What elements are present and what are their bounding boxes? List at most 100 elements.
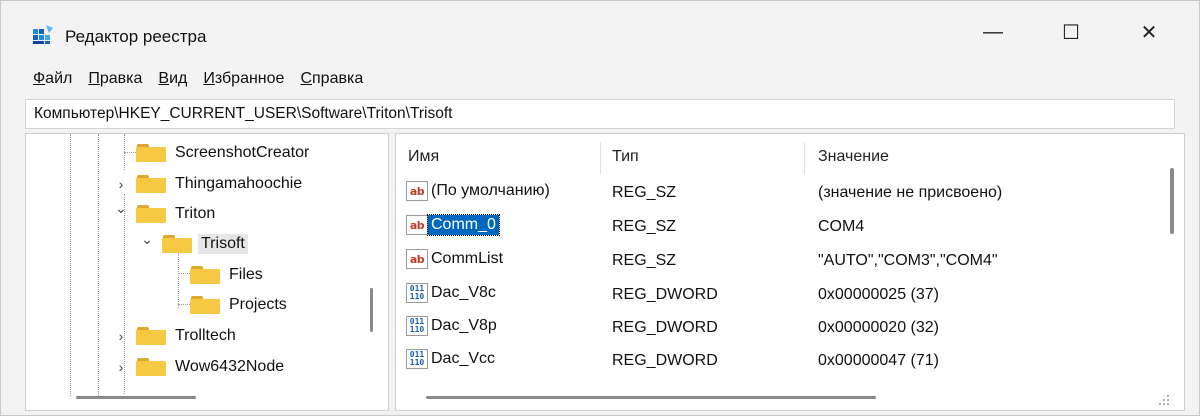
value-type: REG_SZ xyxy=(612,252,677,269)
tree-item-trolltech[interactable]: Trolltech xyxy=(136,322,239,350)
minimize-button[interactable]: — xyxy=(967,9,1019,55)
value-row-dac-v8p[interactable]: 011 110 Dac_V8p REG_DWORD 0x00000020 (32) xyxy=(396,314,1156,342)
tree-horizontal-scrollbar[interactable] xyxy=(76,396,196,399)
resize-grip-icon[interactable] xyxy=(1156,392,1170,406)
tree-item-thingamahoochie[interactable]: Thingamahoochie xyxy=(136,170,305,198)
menu-help-label: правка xyxy=(312,70,364,87)
menu-help-accel: С xyxy=(300,70,312,87)
menu-file-label: айл xyxy=(45,70,73,87)
expand-chevron-icon[interactable]: › xyxy=(114,176,128,192)
menu-edit-accel: П xyxy=(88,70,100,87)
value-name-cell: ab Comm_0 xyxy=(406,214,500,236)
value-row-default[interactable]: ab (По умолчанию) REG_SZ (значение не пр… xyxy=(396,179,1156,207)
value-row-dac-v8c[interactable]: 011 110 Dac_V8c REG_DWORD 0x00000025 (37) xyxy=(396,281,1156,309)
string-value-icon: ab xyxy=(406,249,428,269)
folder-icon xyxy=(136,327,166,345)
column-header-type[interactable]: Тип xyxy=(612,148,639,166)
value-list-pane[interactable]: Имя Тип Значение ab (По умолчанию) REG_S… xyxy=(395,133,1185,411)
menu-bar: Файл Правка Вид Избранное Справка xyxy=(1,63,1199,95)
tree-item-files[interactable]: Files xyxy=(190,261,266,289)
folder-icon xyxy=(136,205,166,223)
menu-help[interactable]: Справка xyxy=(300,70,363,88)
dword-icon-bits-bottom: 110 xyxy=(409,325,425,334)
dword-value-icon: 011 110 xyxy=(406,316,428,336)
tree-item-label: Trisoft xyxy=(198,234,248,254)
registry-editor-window: Редактор реестра — ☐ ✕ Файл Правка Вид И… xyxy=(0,0,1200,416)
tree-item-trisoft[interactable]: Trisoft xyxy=(162,230,248,258)
dword-icon-bits-bottom: 110 xyxy=(409,292,425,301)
tree-item-projects[interactable]: Projects xyxy=(190,291,290,319)
value-data: (значение не присвоено) xyxy=(818,184,1003,201)
menu-file[interactable]: Файл xyxy=(33,70,72,88)
value-name-cell: ab CommList xyxy=(406,249,506,269)
string-value-icon: ab xyxy=(406,181,428,201)
value-name-cell: 011 110 Dac_V8p xyxy=(406,316,500,336)
menu-favorites[interactable]: Избранное xyxy=(203,70,284,88)
value-name-cell: 011 110 Dac_V8c xyxy=(406,283,499,303)
tree-guide-line xyxy=(98,134,99,396)
value-data: COM4 xyxy=(818,218,865,235)
menu-favorites-accel: И xyxy=(203,70,215,87)
tree-item-label: ScreenshotCreator xyxy=(175,144,310,161)
value-name-cell: ab (По умолчанию) xyxy=(406,181,553,201)
menu-view-accel: В xyxy=(158,70,170,87)
value-type: REG_DWORD xyxy=(612,319,718,336)
window-title: Редактор реестра xyxy=(65,27,207,46)
value-name-cell: 011 110 Dac_Vcc xyxy=(406,349,498,369)
folder-icon xyxy=(136,144,166,162)
tree-guide-line xyxy=(70,134,71,396)
column-divider[interactable] xyxy=(600,142,601,174)
string-value-icon: ab xyxy=(406,215,428,235)
value-row-dac-vcc[interactable]: 011 110 Dac_Vcc REG_DWORD 0x00000047 (71) xyxy=(396,347,1156,375)
value-type: REG_SZ xyxy=(612,184,677,201)
folder-open-icon xyxy=(162,235,192,253)
value-type: REG_DWORD xyxy=(612,352,718,369)
list-vertical-scrollbar[interactable] xyxy=(1170,168,1174,234)
tree-item-label: Files xyxy=(229,266,263,283)
address-bar[interactable]: Компьютер\HKEY_CURRENT_USER\Software\Tri… xyxy=(25,99,1175,129)
folder-icon xyxy=(190,266,220,284)
dword-value-icon: 011 110 xyxy=(406,349,428,369)
tree-guide-line xyxy=(178,273,190,274)
title-bar[interactable]: Редактор реестра — ☐ ✕ xyxy=(1,1,1199,63)
close-button[interactable]: ✕ xyxy=(1123,9,1175,55)
column-divider[interactable] xyxy=(804,142,805,174)
tree-item-triton[interactable]: Triton xyxy=(136,200,218,228)
expand-chevron-icon[interactable]: › xyxy=(114,359,128,375)
menu-edit-label: равка xyxy=(99,70,143,87)
value-name: Comm_0 xyxy=(427,214,500,236)
value-type: REG_SZ xyxy=(612,218,677,235)
registry-editor-app-icon xyxy=(33,25,53,44)
dword-icon-bits-bottom: 110 xyxy=(409,358,425,367)
tree-item-wow6432node[interactable]: Wow6432Node xyxy=(136,353,287,381)
tree-item-label: Projects xyxy=(229,296,287,313)
tree-item-screenshotcreator[interactable]: ScreenshotCreator xyxy=(136,139,312,167)
value-data: 0x00000025 (37) xyxy=(818,286,939,303)
address-path: Компьютер\HKEY_CURRENT_USER\Software\Tri… xyxy=(34,105,453,122)
value-data: "AUTO","COM3","COM4" xyxy=(818,252,998,269)
tree-item-label: Triton xyxy=(175,205,216,222)
folder-icon xyxy=(190,296,220,314)
list-horizontal-scrollbar[interactable] xyxy=(426,396,876,399)
value-name: CommList xyxy=(431,250,504,267)
tree-guide-line xyxy=(124,152,136,153)
collapse-chevron-icon[interactable]: ⌄ xyxy=(140,231,154,248)
tree-vertical-scrollbar[interactable] xyxy=(370,288,373,332)
column-header-name[interactable]: Имя xyxy=(408,148,439,166)
value-type: REG_DWORD xyxy=(612,286,718,303)
folder-icon xyxy=(136,358,166,376)
menu-favorites-label: збранное xyxy=(214,70,285,87)
menu-edit[interactable]: Правка xyxy=(88,70,142,88)
maximize-button[interactable]: ☐ xyxy=(1045,9,1097,55)
value-name: (По умолчанию) xyxy=(431,182,550,199)
key-tree-pane[interactable]: ScreenshotCreator › Thingamahoochie ⌄ Tr… xyxy=(25,133,389,411)
column-header-value[interactable]: Значение xyxy=(818,148,889,166)
expand-chevron-icon[interactable]: › xyxy=(114,328,128,344)
value-row-commlist[interactable]: ab CommList REG_SZ "AUTO","COM3","COM4" xyxy=(396,247,1156,275)
menu-view[interactable]: Вид xyxy=(158,70,187,88)
tree-guide-line xyxy=(178,252,179,308)
menu-view-label: ид xyxy=(169,70,188,87)
value-row-comm-0[interactable]: ab Comm_0 REG_SZ COM4 xyxy=(396,213,1156,241)
value-data: 0x00000047 (71) xyxy=(818,352,939,369)
collapse-chevron-icon[interactable]: ⌄ xyxy=(114,200,128,217)
